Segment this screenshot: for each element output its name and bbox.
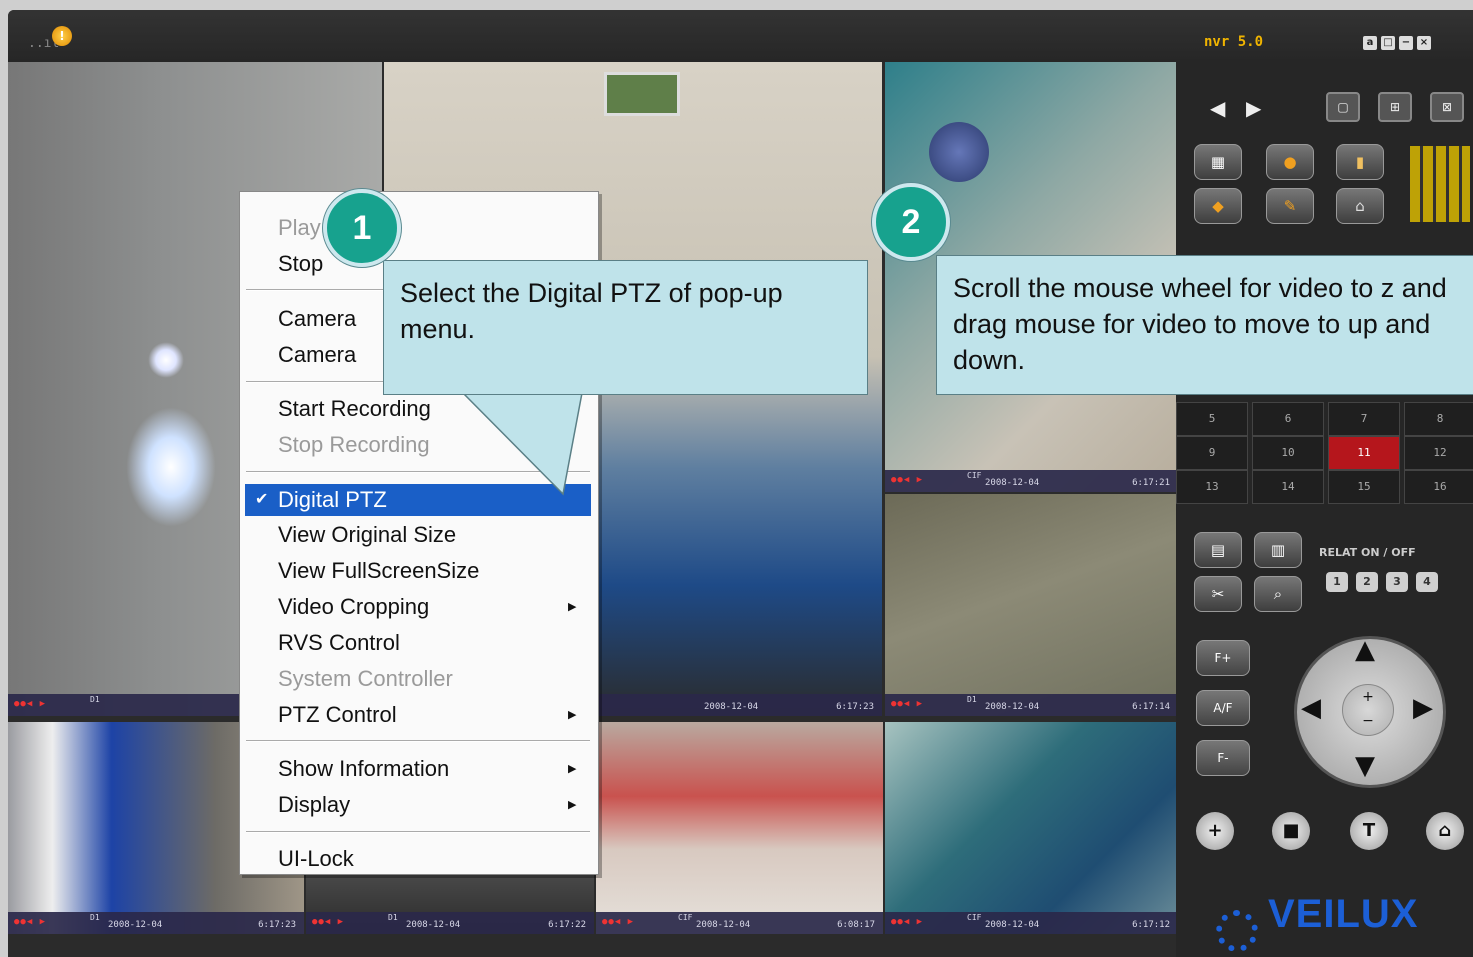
callout-1-text: Select the Digital PTZ of pop-up menu. — [400, 278, 783, 344]
step-2-badge: 2 — [872, 183, 950, 261]
step-1-badge: 1 — [323, 189, 401, 267]
callout-2-box: Scroll the mouse wheel for video to z an… — [936, 255, 1473, 395]
callout-1-box: Select the Digital PTZ of pop-up menu. — [383, 260, 868, 395]
callout-pointers — [461, 391, 583, 496]
callout-2-text: Scroll the mouse wheel for video to z an… — [953, 273, 1447, 375]
